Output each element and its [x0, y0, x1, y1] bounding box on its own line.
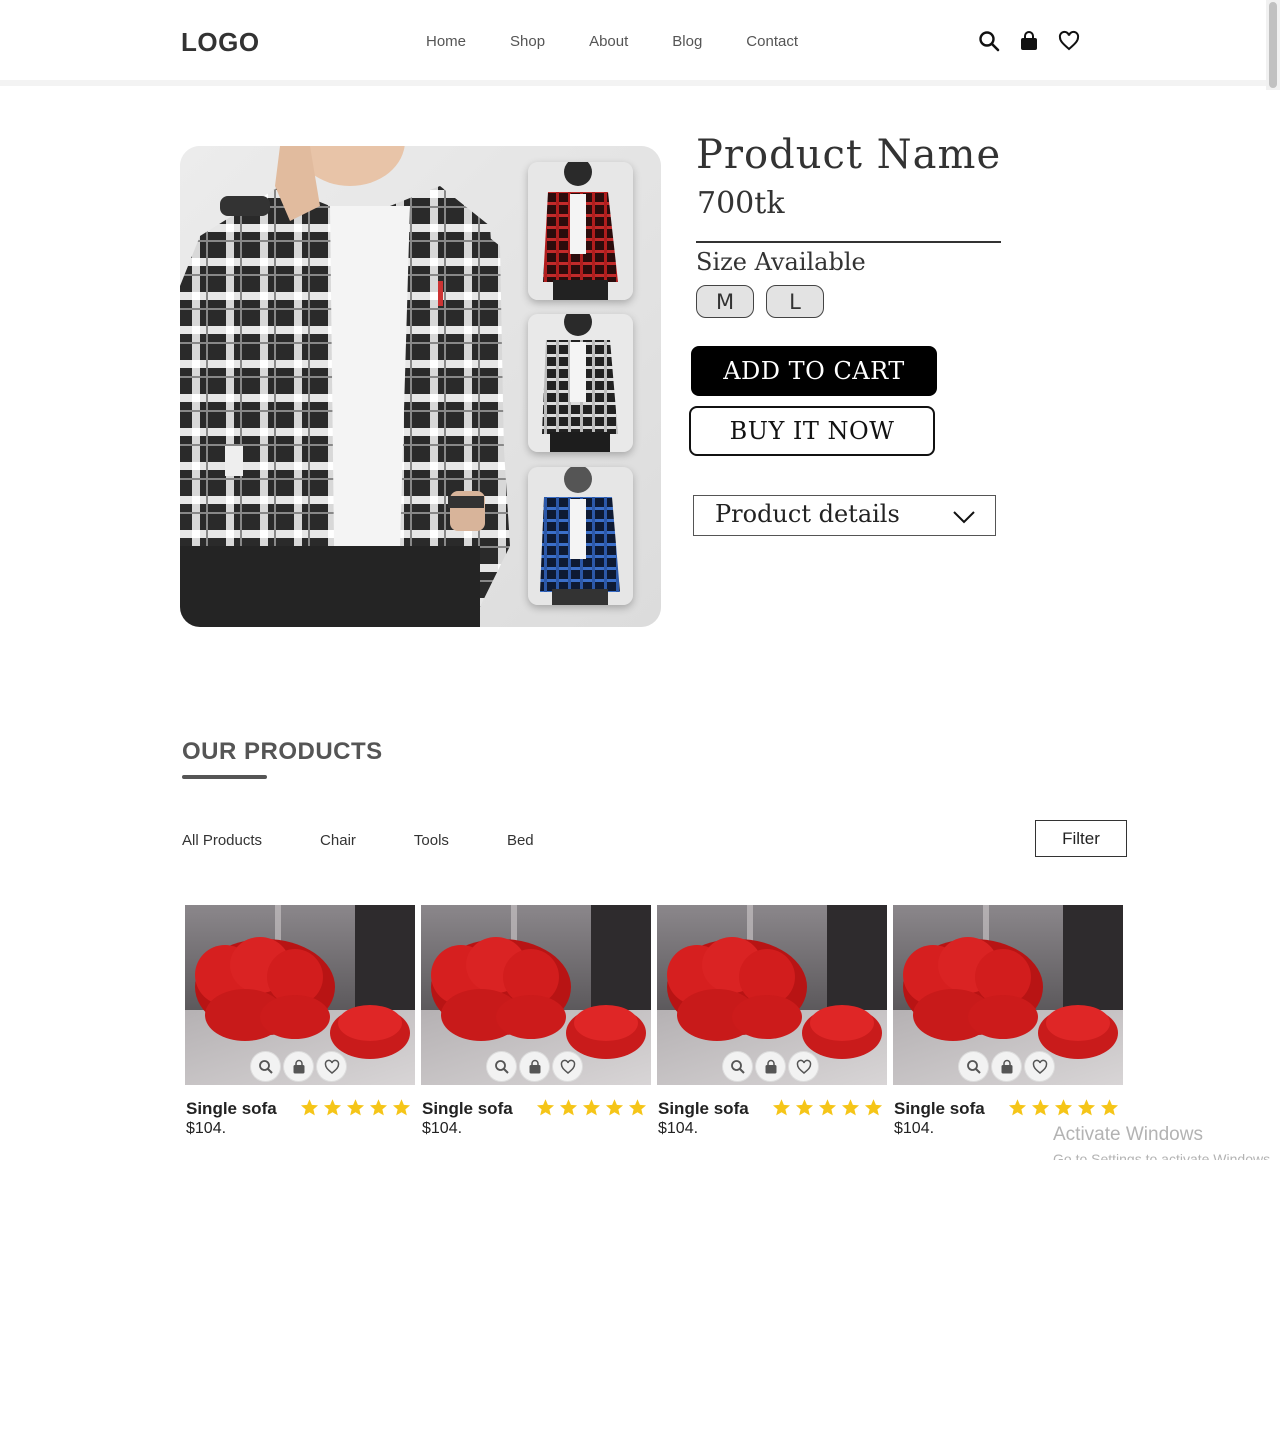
search-icon[interactable] [723, 1052, 752, 1081]
star-icon [369, 1098, 388, 1117]
product-details-dropdown[interactable]: Product details [693, 495, 996, 536]
search-icon[interactable] [959, 1052, 988, 1081]
heart-icon[interactable] [553, 1052, 582, 1081]
search-icon[interactable] [251, 1052, 280, 1081]
nav-blog[interactable]: Blog [672, 33, 702, 50]
site-logo[interactable]: LOGO [181, 27, 260, 58]
star-icon [392, 1098, 411, 1117]
nav-shop[interactable]: Shop [510, 33, 545, 50]
search-icon[interactable] [487, 1052, 516, 1081]
size-option-l[interactable]: L [766, 285, 824, 318]
product-main-image[interactable] [180, 146, 661, 627]
filter-button[interactable]: Filter [1035, 820, 1127, 857]
filter-all-products[interactable]: All Products [182, 832, 262, 849]
rating-stars [772, 1098, 883, 1117]
section-title: OUR PRODUCTS [182, 738, 383, 765]
product-price: 700tk [697, 186, 785, 221]
product-card-price: $104. [186, 1120, 227, 1137]
windows-watermark-sub: Go to Settings to activate Windows. [1053, 1151, 1274, 1160]
buy-it-now-button[interactable]: BUY IT NOW [689, 406, 935, 456]
size-available-label: Size Available [696, 248, 866, 276]
product-card[interactable]: Single sofa $104. [185, 905, 415, 1137]
nav-home[interactable]: Home [426, 33, 466, 50]
star-icon [323, 1098, 342, 1117]
site-header: LOGO Home Shop About Blog Contact [0, 0, 1266, 86]
category-filters: All Products Chair Tools Bed [182, 832, 592, 849]
add-to-cart-button[interactable]: ADD TO CART [691, 346, 937, 396]
filter-tools[interactable]: Tools [414, 832, 449, 849]
thumbnail-red-plaid[interactable] [528, 162, 633, 300]
header-icons [978, 30, 1080, 52]
product-card-name[interactable]: Single sofa [894, 1099, 985, 1119]
star-icon [346, 1098, 365, 1117]
thumbnail-blue-plaid[interactable] [528, 467, 633, 605]
star-icon [1100, 1098, 1119, 1117]
search-icon[interactable] [978, 30, 1000, 52]
card-actions [251, 1052, 346, 1081]
star-icon [1054, 1098, 1073, 1117]
star-icon [864, 1098, 883, 1117]
star-icon [582, 1098, 601, 1117]
star-icon [1077, 1098, 1096, 1117]
product-image[interactable] [185, 905, 415, 1085]
product-card-name[interactable]: Single sofa [422, 1099, 513, 1119]
chevron-down-icon [952, 510, 976, 524]
product-card[interactable]: Single sofa $104. [657, 905, 887, 1137]
product-details-label: Product details [715, 500, 900, 528]
star-icon [559, 1098, 578, 1117]
size-option-m[interactable]: M [696, 285, 754, 318]
windows-watermark: Activate Windows [1053, 1124, 1203, 1145]
rating-stars [300, 1098, 411, 1117]
filter-bed[interactable]: Bed [507, 832, 534, 849]
product-card[interactable]: Single sofa $104. [893, 905, 1123, 1137]
section-title-underline [182, 775, 267, 779]
product-card-price: $104. [658, 1120, 699, 1137]
rating-stars [1008, 1098, 1119, 1117]
info-divider [696, 241, 1001, 243]
bag-icon[interactable] [992, 1052, 1021, 1081]
nav-about[interactable]: About [589, 33, 628, 50]
heart-icon[interactable] [317, 1052, 346, 1081]
star-icon [1008, 1098, 1027, 1117]
heart-icon[interactable] [1025, 1052, 1054, 1081]
product-name: Product Name [696, 132, 1002, 178]
card-actions [487, 1052, 582, 1081]
card-actions [723, 1052, 818, 1081]
size-options: M L [696, 285, 824, 318]
product-card[interactable]: Single sofa $104. [421, 905, 651, 1137]
star-icon [605, 1098, 624, 1117]
star-icon [841, 1098, 860, 1117]
star-icon [818, 1098, 837, 1117]
star-icon [628, 1098, 647, 1117]
star-icon [795, 1098, 814, 1117]
product-card-price: $104. [422, 1120, 463, 1137]
heart-icon[interactable] [1058, 30, 1080, 52]
star-icon [772, 1098, 791, 1117]
bag-icon[interactable] [520, 1052, 549, 1081]
product-image[interactable] [893, 905, 1123, 1085]
product-card-name[interactable]: Single sofa [658, 1099, 749, 1119]
product-image[interactable] [421, 905, 651, 1085]
main-nav: Home Shop About Blog Contact [426, 33, 798, 50]
star-icon [536, 1098, 555, 1117]
product-image[interactable] [657, 905, 887, 1085]
star-icon [1031, 1098, 1050, 1117]
product-card-price: $104. [894, 1120, 935, 1137]
product-card-name[interactable]: Single sofa [186, 1099, 277, 1119]
bag-icon[interactable] [756, 1052, 785, 1081]
card-actions [959, 1052, 1054, 1081]
bag-icon[interactable] [1018, 30, 1040, 52]
heart-icon[interactable] [789, 1052, 818, 1081]
bag-icon[interactable] [284, 1052, 313, 1081]
nav-contact[interactable]: Contact [746, 33, 798, 50]
star-icon [300, 1098, 319, 1117]
page-scrollbar[interactable] [1266, 0, 1280, 90]
scrollbar-thumb[interactable] [1269, 2, 1277, 88]
rating-stars [536, 1098, 647, 1117]
thumbnail-black-plaid[interactable] [528, 314, 633, 452]
filter-chair[interactable]: Chair [320, 832, 356, 849]
